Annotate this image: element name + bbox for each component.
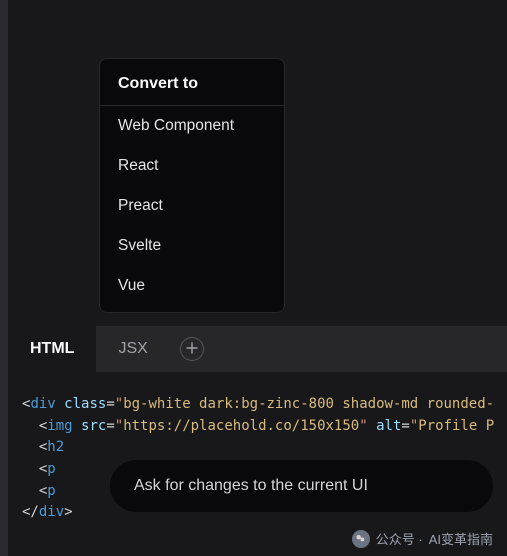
dropdown-item-preact[interactable]: Preact: [100, 186, 284, 226]
prompt-placeholder: Ask for changes to the current UI: [134, 477, 368, 495]
watermark-name: AI变革指南: [429, 529, 493, 548]
watermark-prefix: 公众号 ·: [376, 529, 423, 548]
dropdown-header: Convert to: [100, 65, 284, 106]
watermark: 公众号 · AI变革指南: [352, 529, 493, 548]
tab-bar: HTML JSX: [8, 326, 507, 372]
plus-icon: [186, 341, 198, 357]
code-string: Profile P: [418, 418, 494, 434]
dropdown-item-vue[interactable]: Vue: [100, 266, 284, 306]
dropdown-item-react[interactable]: React: [100, 146, 284, 186]
code-quote: ": [115, 396, 123, 412]
code-string: bg-white dark:bg-zinc-800 shadow-md roun…: [123, 396, 494, 412]
code-tag: img: [47, 418, 72, 434]
code-attr: alt: [376, 418, 401, 434]
code-attr: src: [81, 418, 106, 434]
dropdown-item-svelte[interactable]: Svelte: [100, 226, 284, 266]
prompt-input[interactable]: Ask for changes to the current UI: [110, 460, 493, 512]
wechat-icon: [352, 530, 370, 548]
sidebar-stripe: [0, 0, 8, 556]
tab-html[interactable]: HTML: [8, 326, 96, 372]
add-tab-button[interactable]: [180, 337, 204, 361]
code-string: https://placehold.co/150x150: [123, 418, 359, 434]
convert-to-dropdown: Convert to Web Component React Preact Sv…: [99, 58, 285, 313]
code-tag: div: [30, 396, 55, 412]
code-tag: p: [47, 461, 55, 477]
code-attr: class: [64, 396, 106, 412]
code-tag: div: [39, 504, 64, 520]
code-tag: h2: [47, 439, 64, 455]
code-tag: p: [47, 483, 55, 499]
tab-jsx[interactable]: JSX: [96, 326, 169, 372]
dropdown-item-web-component[interactable]: Web Component: [100, 106, 284, 146]
